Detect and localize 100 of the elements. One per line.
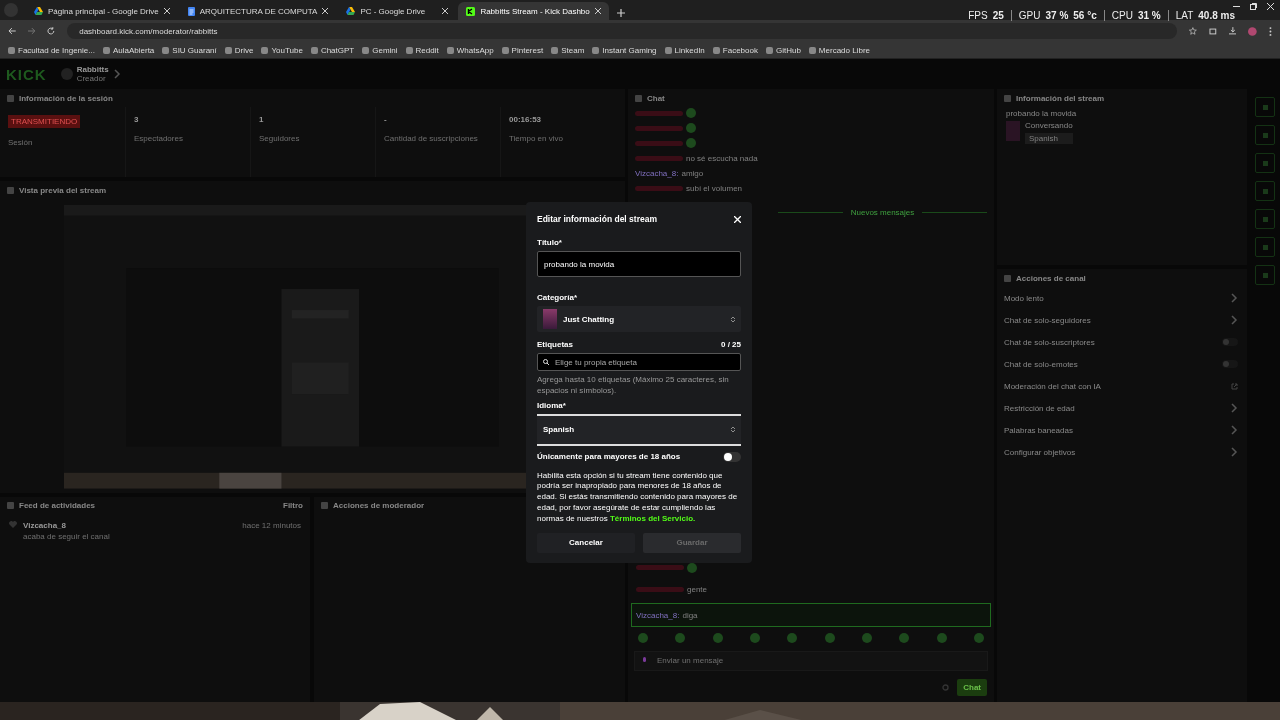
- settings-icon[interactable]: [942, 683, 950, 691]
- chat-username[interactable]: Vizcacha_8:: [635, 168, 679, 178]
- bookmark[interactable]: Mercado Libre: [808, 45, 870, 55]
- title-input[interactable]: probando la movida: [537, 251, 741, 277]
- channel-action[interactable]: Configurar objetivos: [1004, 447, 1076, 457]
- cancel-button[interactable]: Cancelar: [537, 532, 635, 553]
- tool-icon[interactable]: [1255, 265, 1275, 285]
- bookmark[interactable]: Pinterest: [501, 45, 544, 55]
- close-icon[interactable]: [442, 8, 449, 14]
- toggle-switch[interactable]: [1222, 338, 1238, 346]
- bookmark[interactable]: Facultad de Ingenie...: [8, 45, 95, 55]
- channel-action[interactable]: Palabras baneadas: [1004, 425, 1073, 435]
- emote-icon[interactable]: [936, 632, 947, 643]
- bookmark[interactable]: LinkedIn: [664, 45, 705, 55]
- browser-tab[interactable]: Rabbitts Stream - Kick Dashbo: [458, 2, 609, 20]
- bookmark[interactable]: WhatsApp: [446, 45, 494, 55]
- language-tag: Spanish: [1025, 133, 1073, 144]
- back-icon[interactable]: [8, 27, 16, 35]
- bookmark[interactable]: Facebook: [712, 45, 758, 55]
- heart-icon: [9, 520, 17, 528]
- chat-message: no sé escucha nada: [686, 153, 758, 163]
- user-role: Creador: [76, 74, 107, 83]
- stat-label: CPU: [1111, 10, 1133, 21]
- external-link-icon[interactable]: [1231, 382, 1238, 390]
- emote-icon[interactable]: [973, 632, 984, 643]
- emote-icon[interactable]: [750, 632, 760, 643]
- minimize-icon[interactable]: [1233, 3, 1240, 10]
- bookmark[interactable]: YouTube: [261, 45, 303, 55]
- browser-tab[interactable]: Página principal - Google Drive: [26, 2, 178, 20]
- channel-action[interactable]: Chat de solo-suscriptores: [1004, 337, 1095, 347]
- emote-icon[interactable]: [638, 632, 648, 643]
- chat-message: diga: [682, 611, 698, 621]
- category-select[interactable]: Just Chatting: [537, 306, 741, 332]
- close-icon[interactable]: [163, 8, 170, 14]
- close-icon[interactable]: [594, 8, 601, 14]
- blurred-username: [636, 587, 684, 593]
- chat-username[interactable]: Vizcacha_8:: [636, 611, 680, 621]
- panel-title: Información de la sesión: [19, 93, 113, 103]
- address-bar[interactable]: dashboard.kick.com/moderator/rabbitts: [67, 23, 1178, 39]
- bookmark[interactable]: Gemini: [362, 45, 398, 55]
- stat-value: 3: [134, 115, 140, 124]
- close-icon[interactable]: [1267, 3, 1274, 10]
- emote-icon[interactable]: [675, 632, 686, 643]
- panel-title: Acciones de canal: [1016, 273, 1086, 283]
- channel-action[interactable]: Chat de solo-seguidores: [1004, 315, 1091, 325]
- star-icon[interactable]: [1189, 27, 1197, 35]
- close-button[interactable]: [734, 215, 741, 223]
- bookmark[interactable]: ChatGPT: [310, 45, 355, 55]
- bookmark[interactable]: Steam: [551, 45, 585, 55]
- emote-icon[interactable]: [861, 632, 872, 643]
- profile-icon[interactable]: [1248, 26, 1258, 36]
- tag-search-field[interactable]: Elige tu propia etiqueta: [537, 353, 741, 371]
- bookmark[interactable]: Drive: [224, 45, 254, 55]
- restore-icon[interactable]: [1250, 3, 1257, 10]
- bookmark[interactable]: AulaAbierta: [102, 45, 155, 55]
- reload-icon[interactable]: [47, 27, 56, 35]
- bookmark[interactable]: Reddit: [405, 45, 439, 55]
- send-button[interactable]: Chat: [957, 678, 987, 696]
- channel-action[interactable]: Chat de solo-emotes: [1004, 359, 1078, 369]
- bookmark[interactable]: Instant Gaming: [592, 45, 657, 55]
- panel-title: Feed de actividades: [19, 501, 96, 511]
- new-tab-icon[interactable]: [616, 9, 625, 17]
- emote-icon[interactable]: [824, 632, 835, 643]
- filter-link[interactable]: Filtro: [283, 501, 303, 511]
- tool-icon[interactable]: [1255, 209, 1275, 229]
- browser-tab[interactable]: ARQUITECTURA DE COMPUTA: [179, 2, 337, 20]
- channel-action[interactable]: Modo lento: [1004, 293, 1044, 303]
- download-icon[interactable]: [1228, 27, 1237, 35]
- chat-input[interactable]: Enviar un mensaje: [634, 650, 988, 671]
- language-select[interactable]: Spanish: [537, 413, 741, 446]
- terms-link[interactable]: Términos del Servicio.: [609, 513, 696, 523]
- stat-value: 25: [992, 10, 1004, 21]
- bookmark[interactable]: SIU Guaraní: [162, 45, 217, 55]
- blurred-username: [635, 140, 683, 146]
- bookmark[interactable]: GitHub: [765, 45, 801, 55]
- extension-icon[interactable]: [1208, 27, 1217, 35]
- emote-icon[interactable]: [787, 632, 798, 643]
- panel-title: Información del stream: [1016, 93, 1105, 103]
- emote-icon[interactable]: [712, 632, 723, 643]
- blurred-username: [635, 185, 683, 191]
- blurred-username: [635, 155, 683, 161]
- forward-icon[interactable]: [27, 27, 36, 35]
- tool-icon[interactable]: [1255, 237, 1275, 257]
- panel-icon: [1004, 274, 1011, 282]
- tool-icon[interactable]: [1255, 153, 1275, 173]
- channel-action[interactable]: Restricción de edad: [1004, 403, 1075, 413]
- document-icon: [187, 6, 195, 16]
- channel-action[interactable]: Moderación del chat con IA: [1004, 381, 1101, 391]
- toggle-switch[interactable]: [1222, 360, 1238, 368]
- tool-icon[interactable]: [1255, 181, 1275, 201]
- tool-icon[interactable]: [1255, 97, 1275, 117]
- stat-label: Tiempo en vivo: [509, 134, 564, 143]
- more-icon[interactable]: [1269, 26, 1272, 36]
- tool-icon[interactable]: [1255, 125, 1275, 145]
- toggle-switch[interactable]: [723, 451, 741, 462]
- chevron-icon: [1230, 293, 1238, 303]
- browser-tab[interactable]: PC - Google Drive: [338, 2, 457, 20]
- stat-label: Espectadores: [134, 134, 184, 143]
- close-icon[interactable]: [322, 8, 329, 14]
- emote-icon[interactable]: [899, 632, 910, 643]
